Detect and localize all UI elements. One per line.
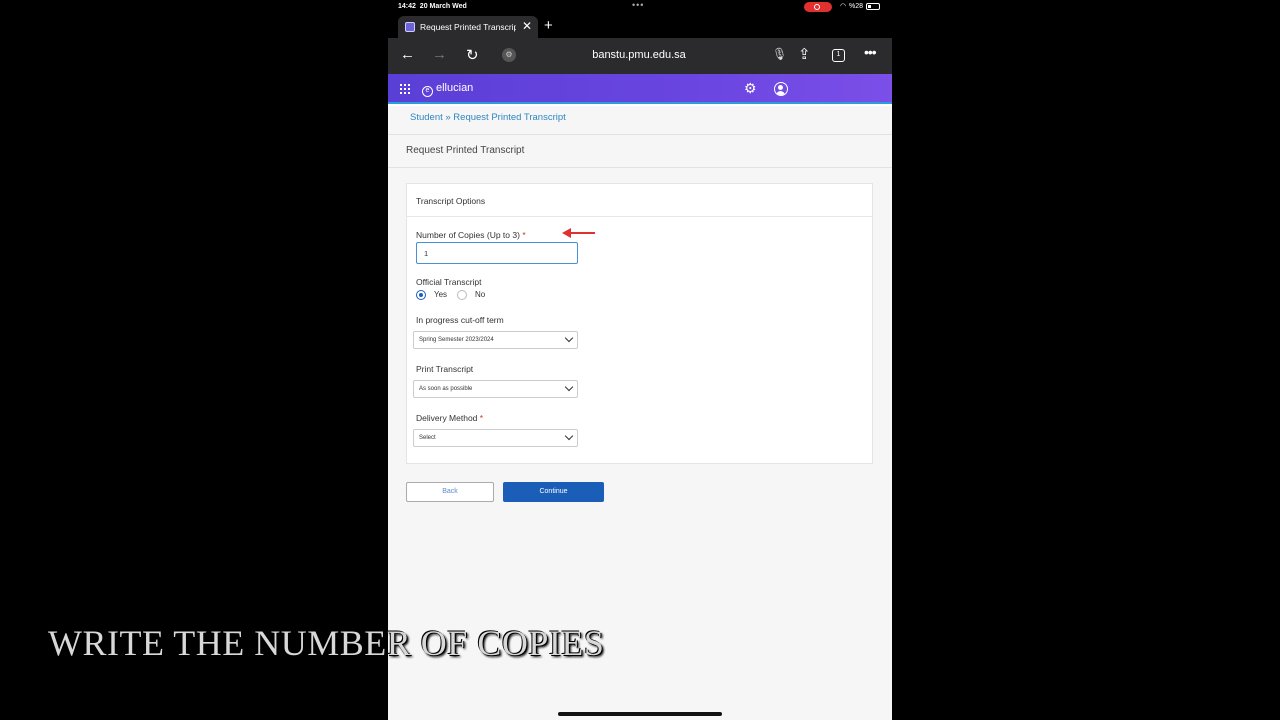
official-no-label: No — [475, 290, 486, 299]
back-arrow-icon[interactable]: ← — [400, 46, 415, 63]
chevron-down-icon — [564, 333, 574, 343]
cutoff-term-select[interactable]: Spring Semester 2023/2024 — [413, 331, 578, 349]
official-yes-label: Yes — [434, 290, 448, 299]
share-icon[interactable]: ⇪ — [798, 45, 811, 63]
delivery-method-value: Select — [419, 435, 436, 441]
browser-toolbar: ← → ↻ ⚙ banstu.pmu.edu.sa 🎙 ⇪ 1 ••• — [388, 38, 892, 74]
battery-icon — [866, 3, 880, 10]
back-button[interactable]: Back — [406, 482, 494, 502]
app-grid-icon[interactable] — [400, 84, 410, 94]
continue-button[interactable]: Continue — [503, 482, 604, 502]
app-header: e ellucian ⚙ — [388, 74, 892, 104]
tab-title: Request Printed Transcript — [420, 22, 516, 32]
close-tab-icon[interactable]: ✕ — [522, 19, 532, 33]
chevron-down-icon — [564, 382, 574, 392]
wifi-icon: ◠ — [840, 3, 847, 10]
copies-label: Number of Copies (Up to 3) * — [416, 230, 526, 240]
new-tab-icon[interactable]: + — [544, 17, 553, 34]
red-arrow-annotation-icon — [562, 228, 595, 238]
ellucian-logo-icon: e — [422, 86, 433, 97]
battery-percent: %28 — [849, 3, 864, 10]
print-transcript-label: Print Transcript — [416, 364, 474, 374]
print-transcript-select[interactable]: As soon as possible — [413, 380, 578, 398]
status-bar: 14:42 20 March Wed ••• ◠ %28 — [388, 0, 892, 14]
status-time: 14:42 20 March Wed — [398, 3, 467, 10]
delivery-method-select[interactable]: Select — [413, 429, 578, 447]
forward-arrow-icon[interactable]: → — [432, 46, 447, 63]
tab-count-icon[interactable]: 1 — [832, 49, 845, 62]
browser-tab[interactable]: Request Printed Transcript ✕ — [398, 16, 538, 38]
cutoff-term-label: In progress cut-off term — [416, 315, 504, 325]
user-profile-icon[interactable] — [774, 82, 788, 96]
delivery-method-label: Delivery Method * — [416, 413, 484, 423]
multitask-dots-icon[interactable]: ••• — [632, 0, 644, 10]
card-header: Transcript Options — [407, 184, 872, 217]
card-title: Transcript Options — [416, 196, 486, 206]
page-title-bar: Request Printed Transcript — [388, 134, 892, 168]
microphone-icon[interactable]: 🎙 — [772, 47, 787, 61]
print-transcript-value: As soon as possible — [419, 386, 473, 392]
screen-record-icon — [804, 2, 832, 12]
cutoff-term-value: Spring Semester 2023/2024 — [419, 337, 494, 343]
more-menu-icon[interactable]: ••• — [864, 44, 877, 60]
page-title: Request Printed Transcript — [406, 145, 525, 156]
favicon-icon — [405, 22, 415, 32]
chevron-down-icon — [564, 431, 574, 441]
transcript-options-card: Transcript Options Number of Copies (Up … — [406, 183, 873, 464]
url-text: banstu.pmu.edu.sa — [592, 49, 686, 61]
ellucian-logo[interactable]: e ellucian — [422, 82, 473, 97]
browser-tab-bar: Request Printed Transcript ✕ + — [388, 14, 892, 38]
official-yes-radio[interactable] — [416, 290, 426, 300]
breadcrumb[interactable]: Student » Request Printed Transcript — [410, 112, 566, 123]
official-transcript-label: Official Transcript — [416, 277, 482, 287]
copies-input[interactable]: 1 — [416, 242, 578, 264]
tablet-screen: 14:42 20 March Wed ••• ◠ %28 Request Pri… — [388, 0, 892, 720]
reload-icon[interactable]: ↻ — [466, 46, 479, 64]
address-bar[interactable]: ⚙ banstu.pmu.edu.sa 🎙 — [494, 44, 790, 68]
official-no-radio[interactable] — [457, 290, 467, 300]
video-caption: WRITE THE NUMBER OF COPIES — [48, 623, 605, 663]
home-indicator[interactable] — [558, 712, 722, 716]
gear-icon[interactable]: ⚙ — [744, 80, 757, 97]
